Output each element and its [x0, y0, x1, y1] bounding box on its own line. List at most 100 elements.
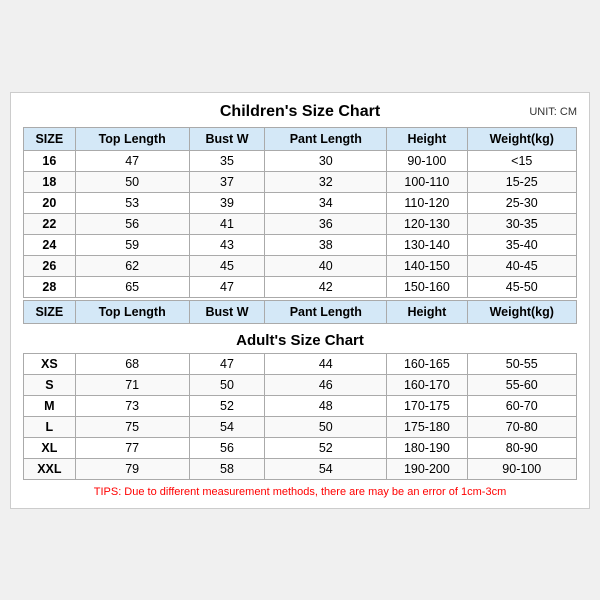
data-cell: 25-30 — [467, 192, 576, 213]
data-cell: 32 — [265, 171, 387, 192]
children-header-row: SIZE Top Length Bust W Pant Length Heigh… — [24, 127, 577, 150]
data-cell: 50-55 — [467, 353, 576, 374]
children-header-weight: Weight(kg) — [467, 127, 576, 150]
table-row: 24594338130-14035-40 — [24, 234, 577, 255]
data-cell: 35-40 — [467, 234, 576, 255]
data-cell: 50 — [189, 374, 265, 395]
size-col: 16 — [24, 150, 76, 171]
data-cell: 79 — [75, 458, 189, 479]
tips-text: TIPS: Due to different measurement metho… — [23, 486, 577, 498]
data-cell: 45-50 — [467, 276, 576, 297]
table-row: 20533934110-12025-30 — [24, 192, 577, 213]
data-cell: 130-140 — [387, 234, 467, 255]
table-row: 22564136120-13030-35 — [24, 213, 577, 234]
table-row: XL775652180-19080-90 — [24, 437, 577, 458]
data-cell: 56 — [75, 213, 189, 234]
data-cell: 140-150 — [387, 255, 467, 276]
data-cell: 30-35 — [467, 213, 576, 234]
data-cell: 47 — [189, 276, 265, 297]
children-size-table: SIZE Top Length Bust W Pant Length Heigh… — [23, 127, 577, 298]
data-cell: 47 — [75, 150, 189, 171]
table-row: M735248170-17560-70 — [24, 395, 577, 416]
data-cell: 170-175 — [387, 395, 467, 416]
data-cell: 44 — [265, 353, 387, 374]
data-cell: 52 — [189, 395, 265, 416]
table-row: S715046160-17055-60 — [24, 374, 577, 395]
data-cell: 77 — [75, 437, 189, 458]
table-row: XXL795854190-20090-100 — [24, 458, 577, 479]
data-cell: 62 — [75, 255, 189, 276]
adults-header-pant-length: Pant Length — [265, 300, 387, 323]
data-cell: 38 — [265, 234, 387, 255]
size-col: XS — [24, 353, 76, 374]
size-col: 18 — [24, 171, 76, 192]
size-col: L — [24, 416, 76, 437]
size-col: 22 — [24, 213, 76, 234]
children-header-pant-length: Pant Length — [265, 127, 387, 150]
data-cell: 54 — [265, 458, 387, 479]
size-col: 28 — [24, 276, 76, 297]
size-col: XL — [24, 437, 76, 458]
data-cell: 70-80 — [467, 416, 576, 437]
data-cell: 37 — [189, 171, 265, 192]
adults-header-bust: Bust W — [189, 300, 265, 323]
data-cell: 50 — [75, 171, 189, 192]
table-row: XS684744160-16550-55 — [24, 353, 577, 374]
data-cell: 55-60 — [467, 374, 576, 395]
data-cell: 68 — [75, 353, 189, 374]
data-cell: 100-110 — [387, 171, 467, 192]
adults-header-height: Height — [387, 300, 467, 323]
adults-header-weight: Weight(kg) — [467, 300, 576, 323]
data-cell: 90-100 — [387, 150, 467, 171]
size-chart-container: Children's Size Chart UNIT: CM SIZE Top … — [10, 92, 590, 509]
data-cell: 48 — [265, 395, 387, 416]
adults-chart-title: Adult's Size Chart — [24, 323, 577, 353]
data-cell: 35 — [189, 150, 265, 171]
children-header-size: SIZE — [24, 127, 76, 150]
table-row: 18503732100-11015-25 — [24, 171, 577, 192]
data-cell: 60-70 — [467, 395, 576, 416]
adults-header-top-length: Top Length — [75, 300, 189, 323]
data-cell: 160-170 — [387, 374, 467, 395]
data-cell: 90-100 — [467, 458, 576, 479]
data-cell: 59 — [75, 234, 189, 255]
data-cell: 75 — [75, 416, 189, 437]
data-cell: 30 — [265, 150, 387, 171]
data-cell: 180-190 — [387, 437, 467, 458]
data-cell: 42 — [265, 276, 387, 297]
adults-header-row: SIZE Top Length Bust W Pant Length Heigh… — [24, 300, 577, 323]
data-cell: 65 — [75, 276, 189, 297]
table-row: 1647353090-100<15 — [24, 150, 577, 171]
table-row: 26624540140-15040-45 — [24, 255, 577, 276]
data-cell: 47 — [189, 353, 265, 374]
children-chart-title: Children's Size Chart — [220, 103, 380, 121]
data-cell: <15 — [467, 150, 576, 171]
data-cell: 56 — [189, 437, 265, 458]
data-cell: 175-180 — [387, 416, 467, 437]
children-header-height: Height — [387, 127, 467, 150]
table-row: 28654742150-16045-50 — [24, 276, 577, 297]
data-cell: 53 — [75, 192, 189, 213]
data-cell: 45 — [189, 255, 265, 276]
data-cell: 71 — [75, 374, 189, 395]
data-cell: 52 — [265, 437, 387, 458]
size-col: 20 — [24, 192, 76, 213]
children-title-row: Children's Size Chart UNIT: CM — [23, 103, 577, 121]
data-cell: 36 — [265, 213, 387, 234]
data-cell: 120-130 — [387, 213, 467, 234]
size-col: S — [24, 374, 76, 395]
data-cell: 15-25 — [467, 171, 576, 192]
data-cell: 190-200 — [387, 458, 467, 479]
data-cell: 73 — [75, 395, 189, 416]
data-cell: 160-165 — [387, 353, 467, 374]
children-header-bust: Bust W — [189, 127, 265, 150]
size-col: 24 — [24, 234, 76, 255]
data-cell: 40 — [265, 255, 387, 276]
data-cell: 110-120 — [387, 192, 467, 213]
data-cell: 80-90 — [467, 437, 576, 458]
data-cell: 50 — [265, 416, 387, 437]
adults-header-size: SIZE — [24, 300, 76, 323]
adults-size-table: Adult's Size Chart SIZE Top Length Bust … — [23, 300, 577, 480]
data-cell: 54 — [189, 416, 265, 437]
unit-label: UNIT: CM — [529, 106, 577, 118]
